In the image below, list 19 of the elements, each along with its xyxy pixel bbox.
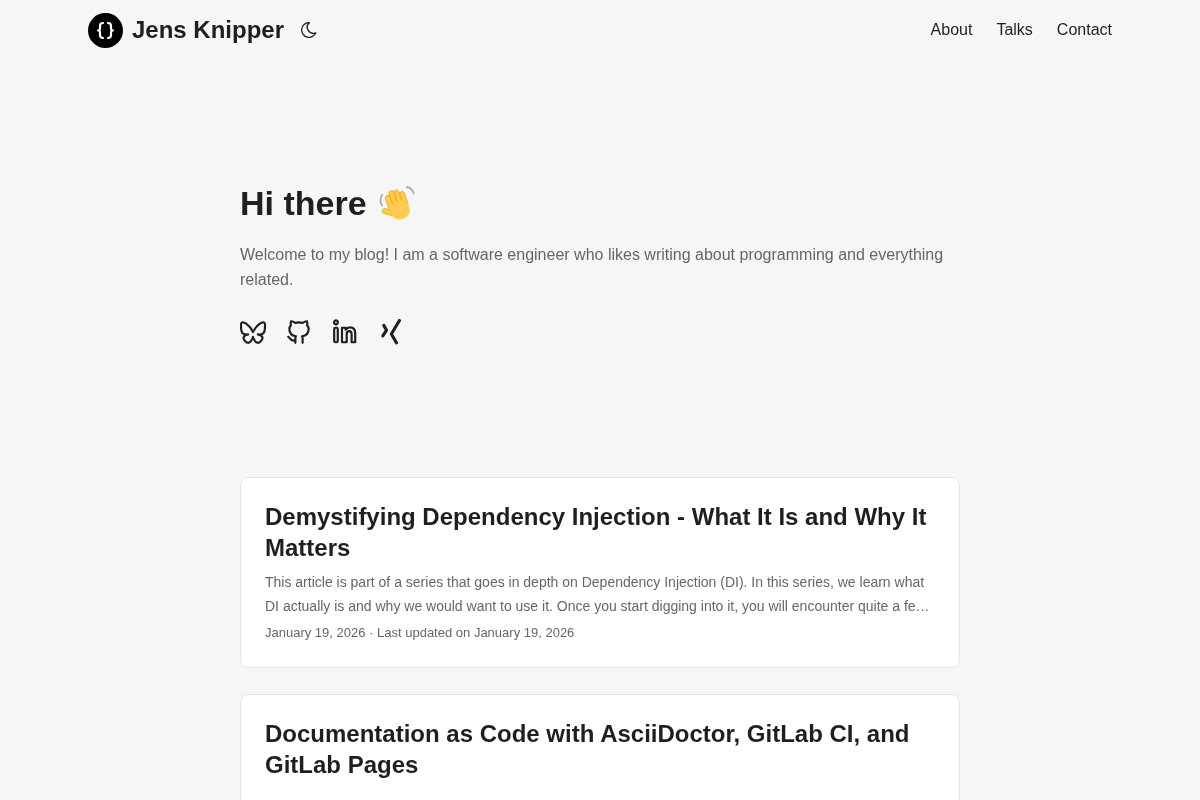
github-icon[interactable] — [286, 319, 312, 345]
waving-hand-icon — [378, 184, 417, 223]
nav-link[interactable]: Contact — [1056, 20, 1112, 40]
page-heading: Hi there — [240, 183, 367, 224]
nav-link[interactable]: Talks — [996, 20, 1033, 40]
moon-icon — [301, 22, 318, 38]
xing-icon[interactable] — [378, 319, 404, 345]
butterfly-icon[interactable] — [240, 319, 266, 345]
nav-link[interactable]: About — [930, 20, 973, 40]
post-card[interactable]: Documentation as Code with AsciiDoctor, GitLab CI, and GitLab Pages — [240, 694, 960, 800]
linkedin-icon[interactable] — [332, 319, 358, 345]
logo-icon — [88, 12, 123, 48]
post-summary: This article is part of a series that goes in depth on Dependency Injection (DI). In this series, we learn what DI actually is and why we would want to use it. Once you start digging into it, you will encounter quite a fe… — [265, 573, 931, 616]
post-date: January 19, 2026 · Last updated on January 19, 2026 — [265, 624, 576, 642]
intro-text: Welcome to my blog! I am a software engineer who likes writing about programming and everything related. — [240, 245, 945, 290]
site-title[interactable]: Jens Knipper — [132, 15, 285, 45]
post-card[interactable] — [240, 477, 960, 668]
post-title[interactable]: Documentation as Code with AsciiDoctor, GitLab CI, and GitLab Pages — [265, 718, 935, 780]
post-title[interactable]: Demystifying Dependency Injection - What It Is and Why It Matters — [265, 501, 935, 563]
